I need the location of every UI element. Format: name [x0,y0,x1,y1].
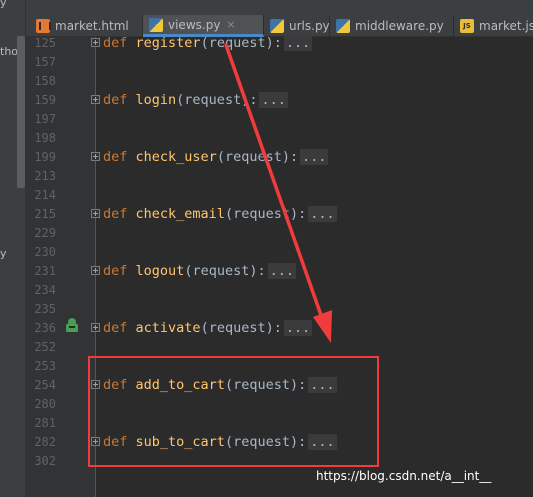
fold-expand-icon[interactable] [91,95,100,104]
code-line[interactable]: 231 def logout(request):... [0,262,533,281]
python-file-icon [149,17,163,32]
function-definition: def register(request):... [103,34,313,53]
close-tab-icon[interactable]: × [226,18,235,31]
folded-body-placeholder[interactable]: ... [308,206,337,222]
line-number: 198 [34,131,56,145]
function-definition: def check_email(request):... [103,205,337,224]
python-file-icon [336,19,350,33]
fold-expand-icon[interactable] [91,209,100,218]
keyword: def [103,35,128,51]
folded-body-placeholder[interactable]: ... [267,263,296,279]
keyword: def [103,149,128,165]
line-number: 159 [34,93,56,107]
tab-label: views.py [168,17,221,32]
line-number: 302 [34,454,56,468]
function-name: check_user [135,149,217,165]
tab-label: urls.py [289,19,330,33]
fold-expand-icon[interactable] [91,266,100,275]
keyword: def [103,320,128,336]
folded-body-placeholder[interactable]: ... [259,92,288,108]
line-number: 254 [34,378,56,392]
line-number: 231 [34,264,56,278]
code-line[interactable]: 214 [0,186,533,205]
line-number: 213 [34,169,56,183]
function-name: check_email [135,206,225,222]
editor-tab-bar: market.html views.py × urls.py middlewar… [26,0,533,37]
watermark: https://blog.csdn.net/a__int__ [316,469,492,483]
function-definition: def check_user(request):... [103,148,329,167]
code-line[interactable]: 234 [0,281,533,300]
code-line[interactable]: 159 def login(request):... [0,91,533,110]
js-file-icon: JS [460,19,474,33]
code-line[interactable]: 230 [0,243,533,262]
keyword: def [103,206,128,222]
function-args: (request): [200,35,282,51]
python-file-icon [270,19,284,33]
line-number: 214 [34,188,56,202]
keyword: def [103,92,128,108]
function-args: (request): [184,263,266,279]
line-number: 158 [34,74,56,88]
line-number: 281 [34,416,56,430]
folded-body-placeholder[interactable]: ... [300,149,329,165]
folded-body-placeholder[interactable]: ... [283,35,313,51]
fold-expand-icon[interactable] [91,152,100,161]
function-args: (request): [200,320,282,336]
line-number: 280 [34,397,56,411]
line-number: 125 [34,36,56,50]
side-panel-text: y [0,0,7,9]
tab-label: middleware.py [355,19,444,33]
code-line[interactable]: 158 [0,72,533,91]
tab-label: market.html [55,19,129,33]
code-line[interactable]: 198 [0,129,533,148]
code-line[interactable]: 157 [0,53,533,72]
function-definition: def logout(request):... [103,262,296,281]
function-name: register [135,35,201,51]
function-name: login [135,92,177,108]
line-number: 197 [34,112,56,126]
line-number: 234 [34,283,56,297]
folded-body-placeholder[interactable]: ... [283,320,313,336]
function-name: activate [135,320,201,336]
code-line[interactable]: 235 [0,300,533,319]
function-name: logout [135,263,185,279]
line-number: 253 [34,359,56,373]
line-number: 236 [34,321,56,335]
run-gutter-icon[interactable] [64,318,80,333]
code-line[interactable]: 252 [0,338,533,357]
tab-label: market.js [479,19,533,33]
function-args: (request): [224,206,307,222]
line-number: 230 [34,245,56,259]
function-args: (request): [176,92,258,108]
code-line[interactable]: 213 [0,167,533,186]
code-line[interactable]: 215 def check_email(request):... [0,205,533,224]
code-line[interactable]: 199 def check_user(request):... [0,148,533,167]
keyword: def [103,263,128,279]
annotation-highlight-box [88,356,379,467]
code-line[interactable]: 229 [0,224,533,243]
line-number: 199 [34,150,56,164]
code-line[interactable]: 197 [0,110,533,129]
function-definition: def activate(request):... [103,319,313,338]
fold-expand-icon[interactable] [91,38,100,47]
html-file-icon [36,19,51,33]
code-line[interactable]: 125 def register(request):... [0,34,533,53]
function-args: (request): [216,149,299,165]
line-number: 157 [34,55,56,69]
line-number: 252 [34,340,56,354]
line-number: 282 [34,435,56,449]
line-number: 229 [34,226,56,240]
function-definition: def login(request):... [103,91,288,110]
line-number: 235 [34,302,56,316]
line-number: 215 [34,207,56,221]
fold-expand-icon[interactable] [91,323,100,332]
